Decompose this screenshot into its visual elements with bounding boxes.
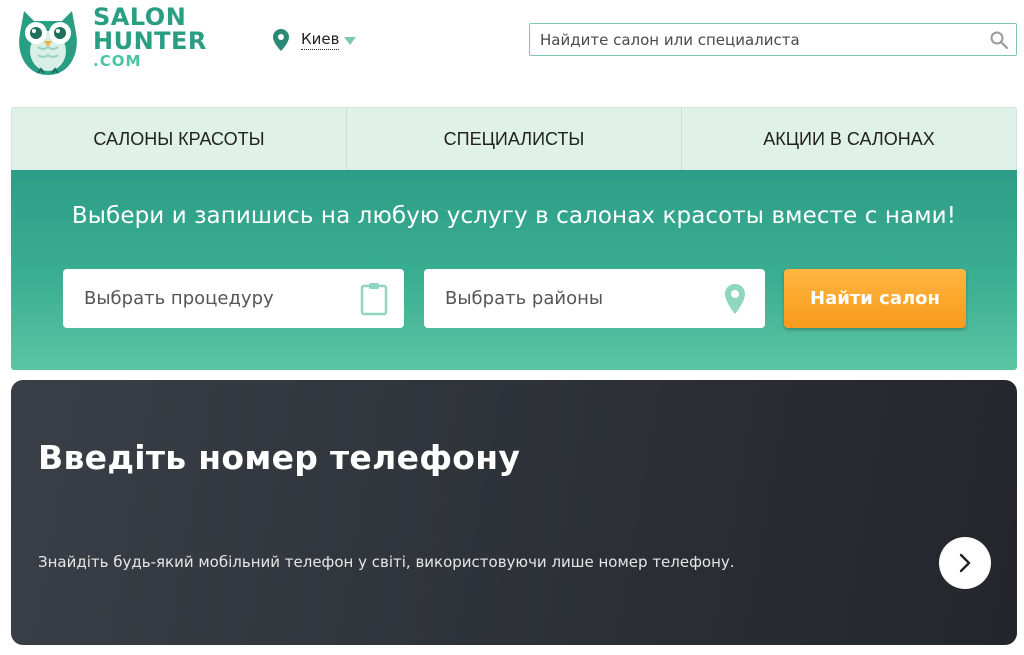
- tab-salons[interactable]: САЛОНЫ КРАСОТЫ: [12, 108, 347, 170]
- map-pin-icon: [273, 29, 289, 51]
- promo-card-description: Знайдіть будь-який мобільний телефон у с…: [38, 553, 735, 571]
- logo-text: SALON HUNTER .COM: [93, 5, 207, 69]
- next-button[interactable]: [939, 537, 991, 589]
- search-input[interactable]: [530, 24, 980, 55]
- owl-logo-icon: [19, 11, 77, 75]
- search-icon[interactable]: [990, 31, 1008, 49]
- caret-down-icon[interactable]: [344, 37, 357, 45]
- phone-promo-card[interactable]: Введіть номер телефону Знайдіть будь-яки…: [11, 380, 1017, 645]
- city-selector[interactable]: Киев: [273, 28, 357, 52]
- logo-line-2: HUNTER: [93, 27, 207, 55]
- find-salon-button[interactable]: Найти салон: [784, 269, 966, 328]
- map-pin-icon: [725, 283, 745, 314]
- logo-line-3: .COM: [93, 52, 142, 70]
- hero-search-panel: Выбери и запишись на любую услугу в сало…: [11, 170, 1017, 370]
- promo-card-title: Введіть номер телефону: [38, 438, 521, 477]
- city-name[interactable]: Киев: [301, 30, 340, 50]
- procedure-select-label: Выбрать процедуру: [84, 288, 274, 309]
- category-tabs: САЛОНЫ КРАСОТЫ СПЕЦИАЛИСТЫ АКЦИИ В САЛОН…: [11, 107, 1017, 170]
- tab-promotions[interactable]: АКЦИИ В САЛОНАХ: [682, 108, 1016, 170]
- procedure-select[interactable]: Выбрать процедуру: [63, 269, 404, 328]
- chevron-right-icon: [959, 553, 971, 573]
- page: SALON HUNTER .COM Киев САЛОНЫ КРАСОТЫ СП…: [0, 0, 1024, 655]
- tab-specialists[interactable]: СПЕЦИАЛИСТЫ: [347, 108, 682, 170]
- district-select[interactable]: Выбрать районы: [424, 269, 765, 328]
- logo-line-1: SALON: [93, 3, 187, 31]
- hero-title: Выбери и запишись на любую услугу в сало…: [71, 203, 957, 229]
- logo[interactable]: SALON HUNTER .COM: [10, 3, 210, 79]
- search-box: [529, 23, 1017, 56]
- district-select-label: Выбрать районы: [445, 288, 604, 309]
- clipboard-icon: [360, 282, 388, 315]
